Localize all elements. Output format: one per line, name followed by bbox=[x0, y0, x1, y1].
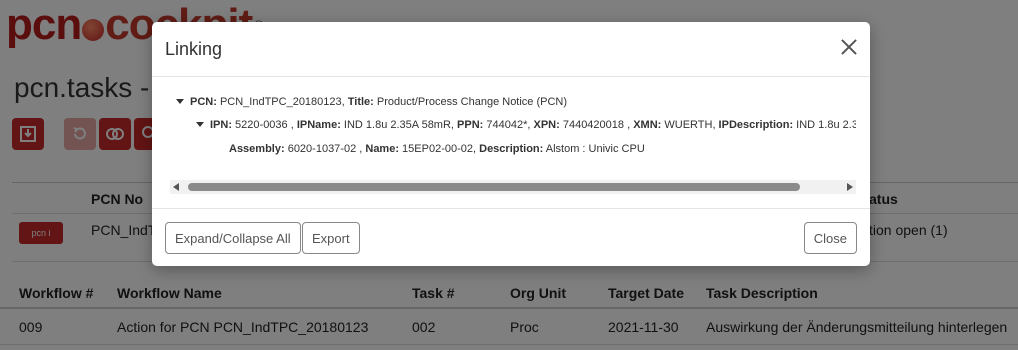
ipn-value: 5220-0036 , bbox=[232, 119, 294, 131]
expand-collapse-all-button[interactable]: Expand/Collapse All bbox=[165, 222, 301, 254]
name-value: 15EP02-00-02, bbox=[399, 143, 477, 155]
tree-node-pcn[interactable]: PCN: PCN_IndTPC_20180123, Title: Product… bbox=[176, 96, 567, 108]
caret-down-icon[interactable] bbox=[176, 99, 184, 104]
scroll-left-icon[interactable] bbox=[173, 183, 179, 191]
linking-dialog: Linking PCN: PCN_IndTPC_20180123, Title:… bbox=[152, 22, 870, 266]
assembly-value: 6020-1037-02 , bbox=[284, 143, 363, 155]
ipname-value: IND 1.8u 2.35A 58mR, bbox=[340, 119, 454, 131]
dialog-footer: Expand/Collapse All Export Close bbox=[152, 208, 870, 266]
title-label: Title: bbox=[344, 96, 374, 108]
dialog-title: Linking bbox=[165, 39, 223, 59]
name-label: Name: bbox=[362, 143, 399, 155]
caret-down-icon[interactable] bbox=[196, 122, 204, 127]
xmn-label: XMN: bbox=[630, 119, 662, 131]
ipn-label: IPN: bbox=[210, 119, 232, 131]
xmn-value: WUERTH, bbox=[661, 119, 716, 131]
ppn-value: 744042*, bbox=[483, 119, 531, 131]
tree-node-assembly[interactable]: Assembly: 6020-1037-02 , Name: 15EP02-00… bbox=[229, 143, 645, 155]
export-button[interactable]: Export bbox=[302, 222, 360, 254]
xpn-value: 7440420018 , bbox=[559, 119, 631, 131]
horizontal-scrollbar[interactable] bbox=[170, 180, 856, 194]
scrollbar-thumb[interactable] bbox=[188, 183, 800, 191]
assembly-label: Assembly: bbox=[229, 143, 285, 155]
title-value: Product/Process Change Notice (PCN) bbox=[373, 96, 568, 108]
ipdescription-label: IPDescription: bbox=[715, 119, 794, 131]
tree-node-ipn[interactable]: IPN: 5220-0036 , IPName: IND 1.8u 2.35A … bbox=[196, 119, 856, 131]
pcn-label: PCN: bbox=[190, 96, 217, 108]
close-icon[interactable] bbox=[838, 36, 860, 58]
ipname-label: IPName: bbox=[293, 119, 341, 131]
scroll-right-icon[interactable] bbox=[847, 183, 853, 191]
description-value: Alstom : Univic CPU bbox=[543, 143, 645, 155]
pcn-value: PCN_IndTPC_20180123, bbox=[216, 96, 345, 108]
ppn-label: PPN: bbox=[453, 119, 484, 131]
description-label: Description: bbox=[476, 143, 544, 155]
xpn-label: XPN: bbox=[530, 119, 560, 131]
ipdescription-value: IND 1.8u 2.35 bbox=[796, 119, 856, 131]
dialog-header: Linking bbox=[152, 22, 870, 77]
close-button[interactable]: Close bbox=[803, 222, 857, 254]
